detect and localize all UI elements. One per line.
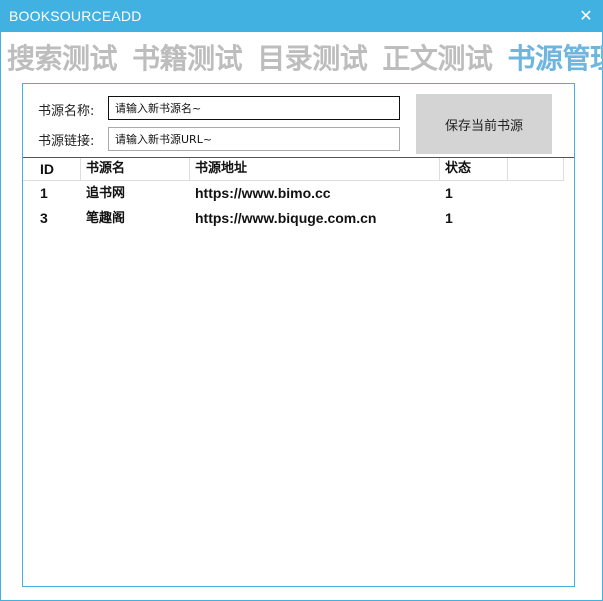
window-title: BOOKSOURCEADD (9, 8, 142, 24)
tab-content-test[interactable]: 正文测试 (382, 37, 493, 77)
app-window: BOOKSOURCEADD ✕ 搜索测试 书籍测试 目录测试 正文测试 书源管理… (0, 0, 603, 601)
tab-bar: 搜索测试 书籍测试 目录测试 正文测试 书源管理 (7, 37, 603, 75)
title-bar[interactable]: BOOKSOURCEADD ✕ (1, 1, 602, 32)
cell-url: https://www.biquge.com.cn (195, 210, 377, 226)
column-header-filler (508, 158, 564, 180)
cell-id: 1 (40, 185, 48, 201)
table-row[interactable]: 3 笔趣阁 https://www.biquge.com.cn 1 (23, 206, 564, 231)
source-url-input[interactable] (108, 127, 400, 151)
tab-catalog-test[interactable]: 目录测试 (257, 37, 368, 77)
tab-source-manage[interactable]: 书源管理 (507, 37, 603, 77)
column-header-status[interactable]: 状态 (440, 158, 508, 180)
save-source-button[interactable]: 保存当前书源 (416, 94, 552, 154)
source-name-input[interactable] (108, 96, 400, 120)
table-row[interactable]: 1 追书网 https://www.bimo.cc 1 (23, 181, 564, 206)
source-manage-panel: 书源名称: 书源链接: 保存当前书源 ID 书源名 书源地址 状态 1 追书网 … (22, 83, 575, 587)
cell-url: https://www.bimo.cc (195, 185, 331, 201)
cell-name: 笔趣阁 (86, 211, 126, 226)
table-header: ID 书源名 书源地址 状态 (23, 158, 564, 181)
column-header-id[interactable]: ID (35, 158, 81, 180)
column-header-name[interactable]: 书源名 (81, 158, 190, 180)
cell-status: 1 (445, 210, 453, 226)
source-table: ID 书源名 书源地址 状态 1 追书网 https://www.bimo.cc… (23, 157, 574, 587)
cell-id: 3 (40, 210, 48, 226)
column-header-url[interactable]: 书源地址 (190, 158, 440, 180)
cell-name: 追书网 (86, 186, 126, 201)
source-name-label: 书源名称: (38, 104, 95, 119)
source-url-label: 书源链接: (38, 134, 95, 149)
cell-status: 1 (445, 185, 453, 201)
tab-book-test[interactable]: 书籍测试 (132, 37, 243, 77)
tab-search-test[interactable]: 搜索测试 (7, 37, 118, 77)
close-icon[interactable]: ✕ (574, 4, 598, 28)
